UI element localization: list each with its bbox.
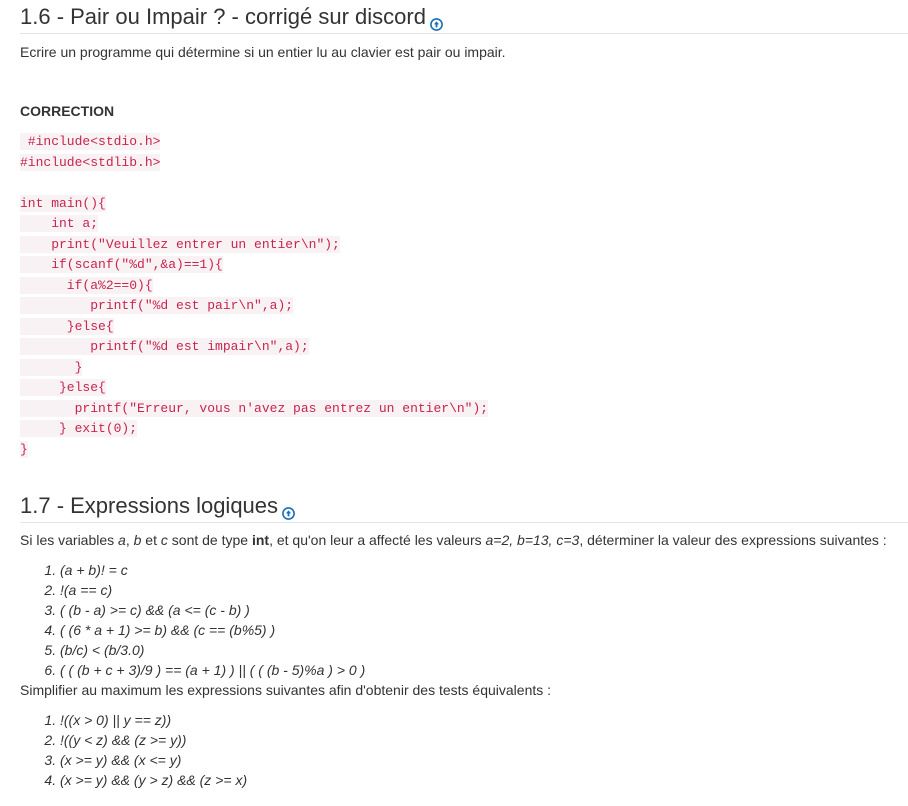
intro-text: Si les variables [20,532,119,548]
code-line-text: int main(){ [20,194,106,212]
code-line-text: #include<stdlib.h> [20,153,161,171]
simplify-instructions: Simplifier au maximum les expressions su… [20,682,552,698]
simplify-list: !((x > 0) || y == z)) !((y < z) && (z >=… [20,710,247,790]
section-intro: Ecrire un programme qui détermine si un … [20,44,506,60]
code-line-text: int a; [20,215,99,232]
back-to-top-icon[interactable] [282,500,295,520]
section-title-text: 1.7 - Expressions logiques [20,493,279,518]
code-line: #include<stdio.h> [20,132,488,153]
back-to-top-icon[interactable] [430,11,443,31]
type-int: int [251,532,270,548]
intro-text: sont de type [167,532,252,548]
code-line: } [20,358,488,379]
list-item: !((y < z) && (z >= y)) [60,730,247,750]
code-line: } [20,440,488,461]
code-line: if(a%2==0){ [20,276,488,297]
correction-heading: CORRECTION [20,103,115,119]
code-line: }else{ [20,317,488,338]
code-line-text: print("Veuillez entrer un entier\n"); [20,235,340,253]
code-line: printf("%d est impair\n",a); [20,337,488,358]
list-item: (a + b)! = c [60,560,365,580]
intro-text: et [141,532,161,548]
var-a: a [118,532,126,548]
code-line-text: printf("Erreur, vous n'avez pas entrez u… [20,399,489,417]
code-line-text: printf("%d est pair\n",a); [20,297,294,314]
code-line-text: }else{ [20,317,114,335]
code-block: #include<stdio.h> #include<stdlib.h> int m… [20,132,489,461]
code-line: int a; [20,214,488,235]
list-item: ( (b - a) >= c) && (a <= (c - b) ) [60,600,365,620]
list-item: (x >= y) && (y > z) && (z >= x) [60,770,247,790]
section-intro: Si les variables a, b et c sont de type … [20,530,887,550]
code-line: #include<stdlib.h> [20,153,488,174]
intro-text: , [125,532,134,548]
expressions-list: (a + b)! = c !(a == c) ( (b - a) >= c) &… [20,560,365,680]
code-line: } exit(0); [20,419,488,440]
list-item: !(a == c) [60,580,365,600]
section-title-pair-impair: 1.6 - Pair ou Impair ? - corrigé sur dis… [20,4,908,34]
code-line: int main(){ [20,194,488,215]
code-line-text: } exit(0); [20,420,138,437]
intro-text: , déterminer la valeur des expressions s… [579,532,887,548]
intro-text: , et qu'on leur a affecté les valeurs [269,532,486,548]
list-item: ( ( (b + c + 3)/9 ) == (a + 1) ) || ( ( … [60,660,365,680]
code-line: printf("%d est pair\n",a); [20,296,488,317]
code-line: print("Veuillez entrer un entier\n"); [20,235,488,256]
code-line: }else{ [20,378,488,399]
code-line-text: if(a%2==0){ [20,276,153,294]
code-line: if(scanf("%d",&a)==1){ [20,255,488,276]
code-line-text: } [20,358,83,376]
var-values: a=2, b=13, c=3 [485,532,580,548]
section-title-text: 1.6 - Pair ou Impair ? - corrigé sur dis… [20,4,426,29]
code-line-text: }else{ [20,379,106,396]
var-c: c [160,532,168,548]
list-item: (b/c) < (b/3.0) [60,640,365,660]
section-title-expressions-logiques: 1.7 - Expressions logiques [20,493,908,523]
code-line-text: if(scanf("%d",&a)==1){ [20,256,223,273]
code-line-text: #include<stdio.h> [20,133,161,150]
code-line-text: } [20,440,28,458]
code-line: printf("Erreur, vous n'avez pas entrez u… [20,399,489,420]
list-item: ( (6 * a + 1) >= b) && (c == (b%5) ) [60,620,365,640]
list-item: (x >= y) && (x <= y) [60,750,247,770]
list-item: !((x > 0) || y == z)) [60,710,247,730]
code-line-text: printf("%d est impair\n",a); [20,338,309,355]
